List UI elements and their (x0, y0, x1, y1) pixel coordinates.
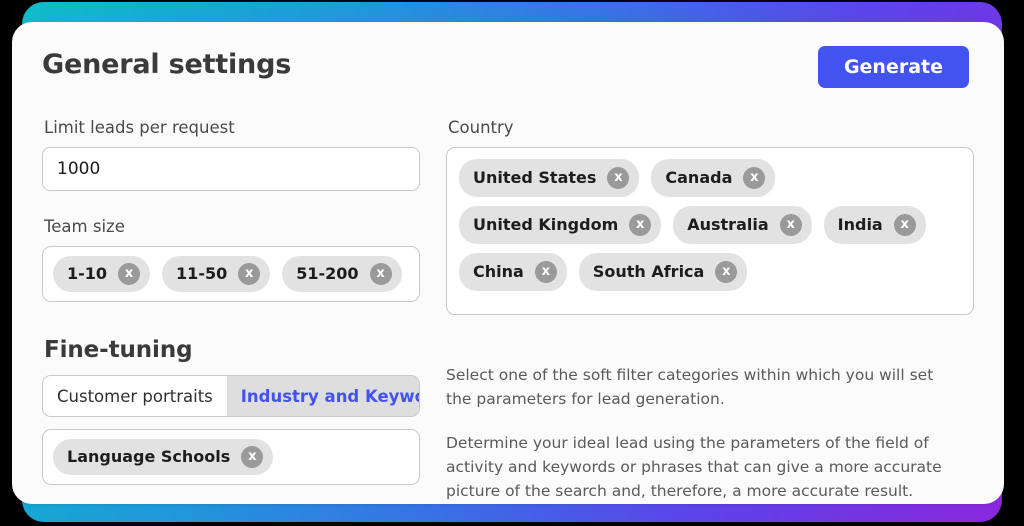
description-paragraph-2: Determine your ideal lead using the para… (446, 434, 942, 500)
chip-remove-icon[interactable]: x (715, 261, 738, 283)
chip-remove-icon[interactable]: x (629, 214, 652, 236)
fine-tuning-tab[interactable]: Customer portraits (43, 376, 227, 416)
chip-label: India (837, 215, 883, 234)
country-chip-container[interactable]: United States x Canada x United Kingdom x Aust… (446, 147, 974, 315)
chip[interactable]: United States x (459, 159, 640, 197)
chip-label: China (473, 262, 524, 281)
chip-remove-icon[interactable]: x (607, 167, 630, 189)
chip[interactable]: 11-50 x (162, 256, 271, 292)
page-title: General settings (42, 49, 292, 80)
left-column: Limit leads per request Team size 1-10x1… (42, 118, 420, 315)
general-settings-card: General settings Generate Limit leads pe… (12, 22, 1004, 504)
chip-remove-icon[interactable]: x (238, 263, 261, 285)
chip-label: 1-10 (67, 264, 108, 283)
card-header: General settings Generate (42, 46, 974, 100)
chip-label: 11-50 (176, 264, 228, 283)
chip[interactable]: South Africa x (578, 253, 748, 291)
chip-remove-icon[interactable]: x (241, 446, 264, 468)
chip-label: Language Schools (67, 447, 231, 466)
general-settings-body: Limit leads per request Team size 1-10x1… (42, 118, 974, 315)
chip-label: Canada (665, 168, 733, 187)
chip[interactable]: 1-10 x (53, 256, 151, 292)
fine-tuning-section: Fine-tuning Customer portraits Industry a… (42, 337, 974, 503)
fine-tuning-tab[interactable]: Industry and Keywords (226, 376, 419, 416)
fine-tuning-description: Select one of the soft filter categories… (446, 337, 974, 503)
chip-label: 51-200 (296, 264, 359, 283)
chip[interactable]: Australia x (673, 206, 812, 244)
keyword-chip-container[interactable]: Language Schools x (42, 429, 420, 485)
chip-remove-icon[interactable]: x (779, 214, 802, 236)
chip[interactable]: China x (459, 253, 567, 291)
right-column: Country United States x Canada x United King… (446, 118, 974, 315)
chip-label: United Kingdom (473, 215, 619, 234)
chip-label: United States (473, 168, 597, 187)
limit-leads-label: Limit leads per request (44, 118, 235, 137)
fine-tuning-title: Fine-tuning (44, 337, 193, 363)
team-size-label: Team size (44, 217, 125, 236)
chip[interactable]: United Kingdom x (459, 206, 662, 244)
chip-remove-icon[interactable]: x (118, 263, 141, 285)
country-label: Country (448, 118, 514, 137)
chip-remove-icon[interactable]: x (369, 263, 392, 285)
fine-tuning-tab-bar[interactable]: Customer portraitsIndustry and Keywords (42, 375, 420, 417)
chip-remove-icon[interactable]: x (893, 214, 916, 236)
chip-label: Australia (687, 215, 769, 234)
chip[interactable]: Language Schools x (53, 439, 274, 475)
limit-leads-input[interactable] (42, 147, 420, 191)
chip[interactable]: India x (823, 206, 926, 244)
chip-label: South Africa (592, 262, 705, 281)
description-paragraph-1: Select one of the soft filter categories… (446, 366, 934, 408)
generate-button[interactable]: Generate (817, 46, 969, 88)
team-size-chip-container[interactable]: 1-10 x 11-50 x 51-200 x (42, 246, 420, 302)
chip[interactable]: Canada x (651, 159, 776, 197)
chip[interactable]: 51-200 x (282, 256, 402, 292)
chip-remove-icon[interactable]: x (534, 261, 557, 283)
fine-tuning-controls: Fine-tuning Customer portraits Industry a… (42, 337, 420, 503)
chip-remove-icon[interactable]: x (743, 167, 766, 189)
